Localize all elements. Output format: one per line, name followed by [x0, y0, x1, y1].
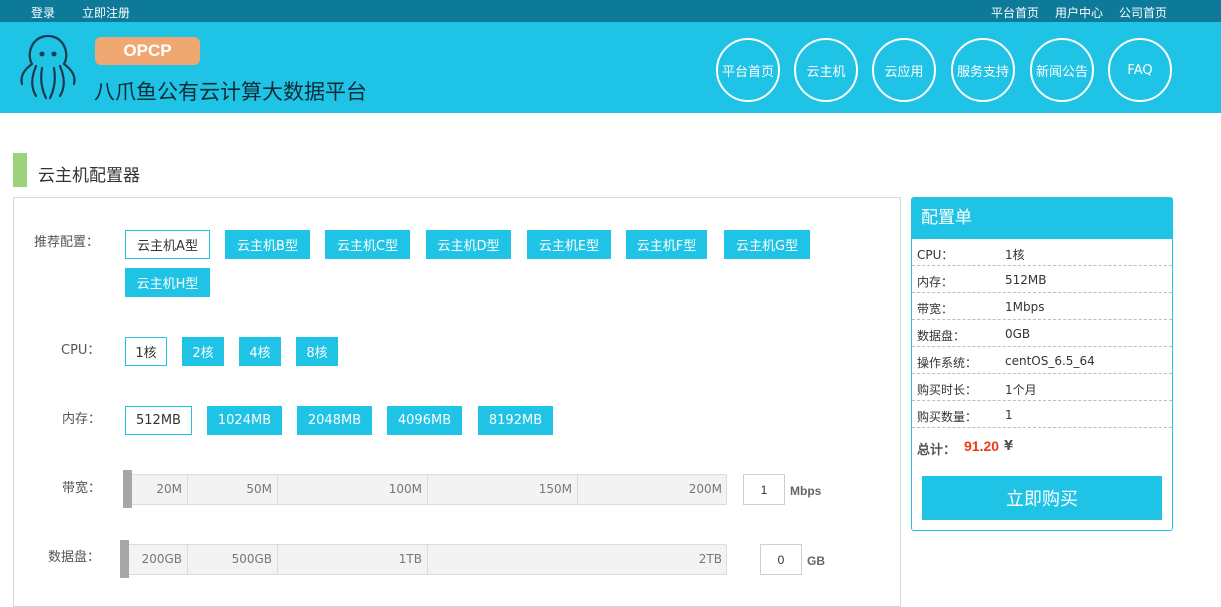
company-home-link[interactable]: 公司首页: [1119, 4, 1167, 21]
header: OPCP 八爪鱼公有云计算大数据平台 平台首页 云主机 云应用 服务支持 新闻公…: [0, 22, 1221, 113]
cpu-option-2[interactable]: 2核: [182, 337, 224, 366]
nav-service-support[interactable]: 服务支持: [951, 38, 1015, 102]
order-row-bandwidth: 带宽： 1Mbps: [912, 293, 1172, 320]
recommend-option-b[interactable]: 云主机B型: [225, 230, 310, 259]
platform-home-link[interactable]: 平台首页: [991, 4, 1039, 21]
order-row-cpu: CPU： 1核: [912, 239, 1172, 266]
order-row-duration: 购买时长： 1个月: [912, 374, 1172, 401]
register-link[interactable]: 立即注册: [82, 4, 130, 21]
order-row-value: 1Mbps: [1005, 300, 1045, 314]
recommend-option-h[interactable]: 云主机H型: [125, 268, 210, 297]
buy-now-button[interactable]: 立即购买: [922, 476, 1162, 520]
bandwidth-input[interactable]: [743, 474, 785, 505]
recommend-option-c[interactable]: 云主机C型: [325, 230, 410, 259]
order-row-key: 数据盘：: [917, 329, 966, 343]
currency-symbol: ¥: [1004, 439, 1014, 454]
data-disk-tick: 1TB: [398, 552, 422, 566]
order-summary-panel: 配置单 CPU： 1核 内存： 512MB 带宽： 1Mbps 数据盘： 0GB…: [911, 197, 1173, 531]
bandwidth-tick: 20M: [156, 482, 182, 496]
memory-option-2048[interactable]: 2048MB: [297, 406, 372, 435]
nav-news[interactable]: 新闻公告: [1030, 38, 1094, 102]
bandwidth-unit: Mbps: [790, 484, 822, 498]
data-disk-unit: GB: [807, 554, 825, 568]
recommend-option-d[interactable]: 云主机D型: [426, 230, 511, 259]
nav-platform-home[interactable]: 平台首页: [716, 38, 780, 102]
bandwidth-tick: 150M: [538, 482, 572, 496]
memory-option-8192[interactable]: 8192MB: [478, 406, 553, 435]
cpu-option-4[interactable]: 4核: [239, 337, 281, 366]
order-row-value: 1个月: [1005, 383, 1037, 397]
recommend-option-e[interactable]: 云主机E型: [527, 230, 611, 259]
bandwidth-tick: 200M: [688, 482, 722, 496]
data-disk-slider[interactable]: 200GB 500GB 1TB 2TB: [124, 544, 727, 575]
data-disk-input[interactable]: [760, 544, 802, 575]
config-panel: 推荐配置： 云主机A型 云主机B型 云主机C型 云主机D型 云主机E型 云主机F…: [13, 197, 901, 607]
total-label: 总计：: [917, 443, 957, 458]
order-row-key: 带宽：: [917, 302, 954, 316]
top-bar: 登录 立即注册 平台首页 用户中心 公司首页: [0, 0, 1221, 22]
brand-title: 八爪鱼公有云计算大数据平台: [94, 80, 367, 104]
nav-cloud-host[interactable]: 云主机: [794, 38, 858, 102]
recommend-option-f[interactable]: 云主机F型: [626, 230, 707, 259]
order-row-key: CPU：: [917, 248, 954, 262]
order-row-value: 0GB: [1005, 327, 1031, 341]
order-row-memory: 内存： 512MB: [912, 266, 1172, 293]
cpu-option-1[interactable]: 1核: [125, 337, 167, 366]
bandwidth-slider[interactable]: 20M 50M 100M 150M 200M: [124, 474, 727, 505]
cpu-label: CPU：: [61, 343, 101, 358]
bandwidth-tick: 50M: [246, 482, 272, 496]
order-row-os: 操作系统： centOS_6.5_64: [912, 347, 1172, 374]
cpu-option-8[interactable]: 8核: [296, 337, 338, 366]
data-disk-tick: 200GB: [141, 552, 182, 566]
memory-label: 内存：: [62, 412, 102, 427]
order-row-key: 操作系统：: [917, 356, 978, 370]
octopus-logo-icon[interactable]: [18, 32, 78, 104]
nav-cloud-app[interactable]: 云应用: [872, 38, 936, 102]
data-disk-slider-handle[interactable]: [120, 540, 129, 578]
data-disk-tick: 2TB: [698, 552, 722, 566]
order-row-value: 1核: [1005, 248, 1025, 262]
order-row-quantity: 购买数量： 1: [912, 401, 1172, 428]
memory-option-512[interactable]: 512MB: [125, 406, 192, 435]
memory-option-1024[interactable]: 1024MB: [207, 406, 282, 435]
memory-option-4096[interactable]: 4096MB: [387, 406, 462, 435]
order-row-key: 购买时长：: [917, 383, 978, 397]
total-price: 91.20: [964, 438, 1000, 454]
bandwidth-label: 带宽：: [62, 481, 102, 496]
bandwidth-tick: 100M: [388, 482, 422, 496]
user-center-link[interactable]: 用户中心: [1055, 4, 1103, 21]
order-row-key: 内存：: [917, 275, 954, 289]
login-link[interactable]: 登录: [31, 4, 55, 21]
section-title: 云主机配置器: [38, 166, 140, 186]
order-row-value: centOS_6.5_64: [1005, 354, 1095, 368]
data-disk-label: 数据盘：: [48, 550, 101, 565]
order-summary-title: 配置单: [912, 198, 1172, 239]
order-row-key: 购买数量：: [917, 410, 978, 424]
recommend-option-g[interactable]: 云主机G型: [724, 230, 810, 259]
order-row-data-disk: 数据盘： 0GB: [912, 320, 1172, 347]
recommend-option-a[interactable]: 云主机A型: [125, 230, 210, 259]
recommend-label: 推荐配置：: [34, 235, 100, 250]
section-marker: [13, 153, 27, 187]
order-row-value: 512MB: [1005, 273, 1047, 287]
brand-badge: OPCP: [95, 37, 200, 65]
nav-faq[interactable]: FAQ: [1108, 38, 1172, 102]
data-disk-tick: 500GB: [231, 552, 272, 566]
bandwidth-slider-handle[interactable]: [123, 470, 132, 508]
order-row-value: 1: [1005, 408, 1013, 422]
